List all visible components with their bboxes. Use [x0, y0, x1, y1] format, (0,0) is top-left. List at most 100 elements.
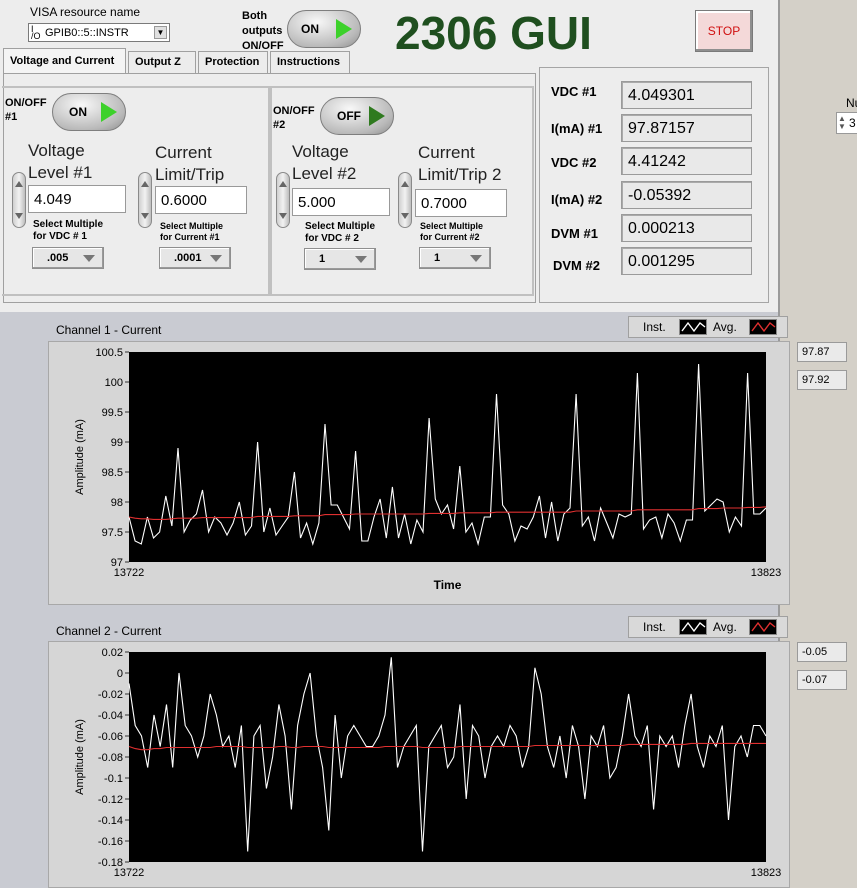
indicator-value-vdc1: 4.049301: [621, 81, 752, 109]
tab-output-z[interactable]: Output Z: [128, 51, 196, 73]
y-tick-label: 0.02: [102, 647, 123, 659]
ch1-mult-i-label-b: for Current #1: [160, 232, 220, 242]
ch1-onoff-label-a: ON/OFF: [5, 97, 47, 109]
stop-button[interactable]: STOP: [695, 10, 753, 52]
line-swatch-icon: [751, 321, 776, 333]
tab-protection[interactable]: Protection: [198, 51, 268, 73]
y-tick-label: 98.5: [102, 467, 123, 479]
y-tick-label: 98: [111, 497, 123, 509]
ch1-voltage-spinner[interactable]: [12, 172, 26, 228]
increment-arrow-icon[interactable]: [279, 181, 287, 187]
partial-numeric-value: 3: [849, 116, 856, 130]
ch1-current-input[interactable]: 0.6000: [155, 186, 247, 214]
both-outputs-state: ON: [301, 22, 319, 36]
ch1-voltage-label: Voltage Level #1: [28, 140, 92, 184]
ch2-current-input[interactable]: 0.7000: [415, 189, 507, 217]
ch2-mult-i-select[interactable]: 1: [419, 247, 491, 269]
ch2-voltage-label-a: Voltage: [292, 142, 349, 161]
y-tick-label: -0.16: [98, 836, 123, 848]
line-swatch-icon: [681, 621, 706, 633]
ch1-mult-v-label: Select Multiple for VDC # 1: [33, 219, 103, 243]
ch1-voltage-label-b: Level #1: [28, 163, 93, 182]
ch1-onoff-label-b: #1: [5, 111, 18, 123]
indicator-value-ima1: 97.87157: [621, 114, 752, 142]
ch1-mult-i-label: Select Multiple for Current #1: [160, 221, 223, 243]
ch1-mult-v-select[interactable]: .005: [32, 247, 104, 269]
ch2-voltage-label: Voltage Level #2: [292, 141, 356, 185]
ch2-onoff-label: ON/OFF #2: [273, 104, 315, 132]
dropdown-arrow-icon: [210, 255, 222, 262]
ch2-mult-v-label-a: Select Multiple: [305, 221, 376, 232]
ch1-current-label: Current Limit/Trip: [155, 142, 224, 186]
ch2-mult-v-value: 1: [319, 253, 326, 265]
indicator-label-vdc2: VDC #2: [551, 155, 597, 170]
dropdown-arrow-icon[interactable]: ▼: [154, 26, 167, 39]
y-tick-label: 100.5: [95, 347, 123, 359]
x-tick-label: 13722: [114, 567, 145, 579]
ch2-current-spinner[interactable]: [398, 172, 412, 228]
legend-avg-label: Avg.: [713, 620, 737, 634]
decrement-arrow-icon[interactable]: [279, 213, 287, 219]
ch2-voltage-spinner[interactable]: [276, 172, 290, 228]
ch1-output-toggle[interactable]: ON: [52, 93, 126, 131]
plot-background: [129, 652, 766, 862]
y-tick-label: 97.5: [102, 527, 123, 539]
spin-arrows-icon[interactable]: ▲ ▼: [838, 115, 846, 131]
indicator-value-ima2: -0.05392: [621, 181, 752, 209]
y-tick-label: -0.1: [104, 773, 123, 785]
decrement-arrow-icon[interactable]: [141, 213, 149, 219]
increment-arrow-icon[interactable]: [401, 181, 409, 187]
dropdown-arrow-icon: [470, 255, 482, 262]
both-outputs-label: Both outputs ON/OFF: [242, 9, 284, 54]
both-outputs-label-line1: Both: [242, 10, 268, 22]
legend-avg-swatch[interactable]: [749, 619, 777, 635]
ch1-voltage-input[interactable]: 4.049: [28, 185, 126, 213]
play-arrow-icon: [369, 106, 385, 126]
decrement-arrow-icon[interactable]: [401, 213, 409, 219]
ch2-mult-v-select[interactable]: 1: [304, 248, 376, 270]
increment-arrow-icon[interactable]: [15, 181, 23, 187]
ch2-voltage-input[interactable]: 5.000: [292, 188, 390, 216]
indicator-value-vdc2: 4.41242: [621, 147, 752, 175]
indicator-value-dvm2: 0.001295: [621, 247, 752, 275]
ch2-mult-v-label: Select Multiple for VDC # 2: [305, 221, 375, 245]
ch1-current-label-a: Current: [155, 143, 212, 162]
x-tick-label: 13722: [114, 867, 145, 879]
y-tick-label: -0.06: [98, 731, 123, 743]
ch1-mult-i-select[interactable]: .0001: [159, 247, 231, 269]
ch1-mult-i-label-a: Select Multiple: [160, 221, 224, 231]
tab-instructions[interactable]: Instructions: [270, 51, 350, 73]
y-tick-label: -0.08: [98, 752, 123, 764]
partial-numeric-control[interactable]: ▲ ▼ 3: [836, 112, 857, 134]
y-tick-label: 99: [111, 437, 123, 449]
chart2-digital-display-avg: -0.07: [797, 670, 847, 690]
ch1-mult-v-value: .005: [47, 252, 69, 264]
legend-inst-swatch[interactable]: [679, 619, 707, 635]
ch1-current-label-b: Limit/Trip: [155, 165, 225, 184]
legend-inst-swatch[interactable]: [679, 319, 707, 335]
ch2-output-state: OFF: [337, 109, 361, 123]
ch2-output-toggle[interactable]: OFF: [320, 97, 394, 135]
y-tick-label: -0.04: [98, 710, 123, 722]
indicator-value-dvm1: 0.000213: [621, 214, 752, 242]
visa-resource-value: GPIB0::5::INSTR: [45, 27, 129, 39]
chart2-title: Channel 2 - Current: [56, 624, 162, 638]
chart1-title: Channel 1 - Current: [56, 323, 162, 337]
increment-arrow-icon[interactable]: [141, 181, 149, 187]
ch1-current-spinner[interactable]: [138, 172, 152, 228]
legend-avg-swatch[interactable]: [749, 319, 777, 335]
dropdown-arrow-icon: [355, 256, 367, 263]
tab-voltage-and-current[interactable]: Voltage and Current: [3, 48, 126, 74]
app-title: 2306 GUI: [395, 7, 592, 59]
y-tick-label: -0.02: [98, 689, 123, 701]
decrement-arrow-icon[interactable]: [15, 213, 23, 219]
ch2-mult-i-label-b: for Current #2: [420, 232, 480, 242]
play-arrow-icon: [101, 102, 117, 122]
ch2-onoff-label-b: #2: [273, 119, 286, 131]
ch2-mult-i-label-a: Select Multiple: [420, 221, 484, 231]
visa-resource-select[interactable]: I/O GPIB0::5::INSTR ▼: [28, 23, 170, 42]
y-tick-label: 100: [105, 377, 123, 389]
ch2-onoff-label-a: ON/OFF: [273, 105, 315, 117]
both-outputs-toggle[interactable]: ON: [287, 10, 361, 48]
dropdown-arrow-icon: [83, 255, 95, 262]
